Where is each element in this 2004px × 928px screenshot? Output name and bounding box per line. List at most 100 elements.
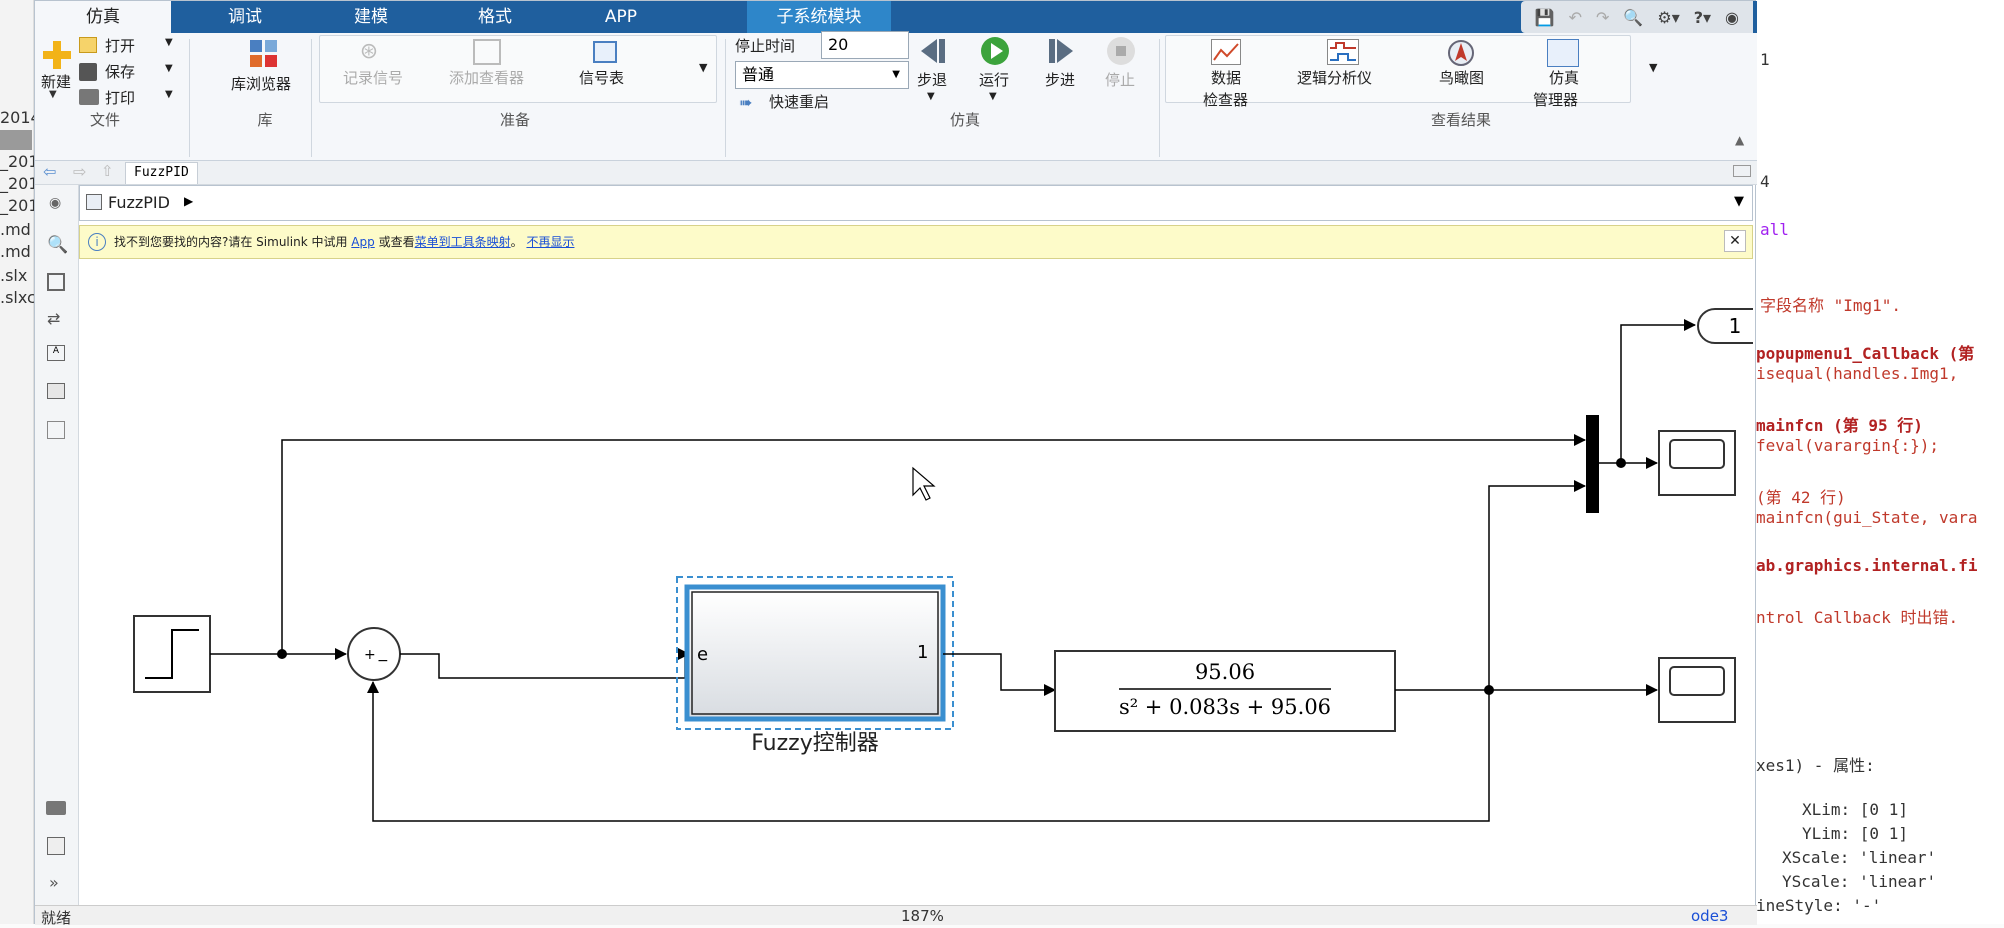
subsystem-outport-label: 1: [917, 642, 928, 663]
code-line: 字段名称 "Img1".: [1760, 296, 1902, 315]
code-link-line[interactable]: popupmenu1_Callback (第: [1756, 340, 1974, 364]
save-icon[interactable]: 💾: [1535, 8, 1555, 27]
collapse-ribbon-icon[interactable]: ▲: [1735, 133, 1744, 147]
log-signals-button[interactable]: 记录信号: [343, 67, 403, 88]
logic-analyzer-button[interactable]: 逻辑分析仪: [1297, 67, 1372, 88]
simulation-mode-select[interactable]: 普通 ▼: [735, 61, 909, 89]
up-arrow-icon[interactable]: ⇧: [101, 162, 114, 180]
file-list-item[interactable]: _201: [0, 174, 39, 193]
run-icon: [979, 35, 1011, 67]
model-tab[interactable]: FuzzPID: [125, 162, 198, 184]
birds-eye-button[interactable]: 鸟瞰图: [1439, 67, 1484, 88]
run-button[interactable]: 运行: [979, 69, 1009, 90]
outport-block[interactable]: 1: [1697, 308, 1773, 344]
signal-line[interactable]: [1488, 480, 1586, 690]
scope-block[interactable]: [1658, 657, 1736, 723]
model-canvas[interactable]: + − e 1 Fuzzy控制器 95.06 s² + 0.083s + 95.…: [79, 259, 1773, 905]
signal-line[interactable]: [943, 653, 1056, 696]
chevron-down-icon[interactable]: ▼: [165, 89, 173, 100]
code-line: XScale: 'linear': [1782, 848, 1937, 867]
close-icon[interactable]: ✕: [1724, 230, 1746, 252]
tab-subsystem-block[interactable]: 子系统模块: [747, 1, 891, 33]
code-link-line[interactable]: (第 42 行): [1756, 484, 1846, 508]
forward-arrow-icon[interactable]: ⇨: [73, 162, 86, 181]
signal-line[interactable]: [400, 648, 690, 679]
add-viewer-icon: [473, 39, 501, 65]
print-button[interactable]: 打印: [105, 87, 135, 108]
file-list-item-selected[interactable]: [0, 130, 32, 150]
tab-simulation[interactable]: 仿真: [35, 1, 171, 33]
menu-mapping-link[interactable]: 菜单到工具条映射: [415, 235, 511, 249]
signal-table-button[interactable]: 信号表: [579, 67, 624, 88]
settings-icon[interactable]: ◉: [1725, 8, 1739, 27]
file-list-item[interactable]: _201: [0, 152, 39, 171]
breadcrumb-model[interactable]: FuzzPID: [108, 193, 170, 212]
undo-icon[interactable]: ↶: [1569, 8, 1582, 27]
tab-format[interactable]: 格式: [445, 1, 545, 33]
solver-link[interactable]: ode3: [1691, 907, 1728, 925]
redo-icon[interactable]: ↷: [1596, 8, 1609, 27]
sim-manager-label: 管理器: [1533, 91, 1579, 109]
save-button[interactable]: 保存: [105, 61, 135, 82]
route-lines-icon[interactable]: ⇄: [47, 309, 60, 328]
status-bar: 就绪 187% ode3: [35, 905, 1757, 927]
add-viewer-button[interactable]: 添加查看器: [449, 67, 524, 88]
image-icon[interactable]: [47, 383, 65, 399]
annotation-icon[interactable]: A: [47, 345, 65, 361]
tab-modeling[interactable]: 建模: [321, 1, 421, 33]
tf-denominator: s² + 0.083s + 95.06: [1119, 695, 1331, 719]
info-banner-text: 找不到您要找的内容?请在 Simulink 中试用 App 或查看菜单到工具条映…: [114, 226, 574, 258]
search-options-icon[interactable]: ⚙▾: [1657, 8, 1679, 27]
gallery-expand-icon[interactable]: ▼: [1649, 61, 1657, 74]
help-icon[interactable]: ?▾: [1694, 8, 1711, 27]
chevron-down-icon[interactable]: ▼: [165, 63, 173, 74]
file-list-item[interactable]: .slxc: [0, 288, 36, 307]
mux-block[interactable]: [1586, 415, 1599, 513]
open-button[interactable]: 打开: [105, 35, 135, 56]
property-inspector-icon[interactable]: [47, 837, 65, 855]
code-link-line[interactable]: mainfcn (第 95 行): [1756, 412, 1923, 436]
screenshot-icon[interactable]: [46, 801, 66, 815]
chevron-down-icon[interactable]: ▼: [1734, 194, 1744, 209]
chevron-down-icon[interactable]: ▼: [927, 91, 935, 102]
subsystem-name[interactable]: Fuzzy控制器: [751, 731, 879, 756]
hide-browser-icon[interactable]: ◉: [49, 195, 61, 211]
explorer-bar-icon[interactable]: [1733, 165, 1751, 177]
fast-restart-button[interactable]: 快速重启: [769, 91, 829, 112]
chevron-down-icon[interactable]: ▼: [989, 91, 997, 102]
sim-manager-button[interactable]: 仿真: [1549, 67, 1579, 88]
search-icon[interactable]: 🔍: [1623, 8, 1643, 27]
file-list-item[interactable]: .md: [0, 220, 31, 239]
scope-block[interactable]: [1658, 430, 1736, 496]
fuzzy-controller-subsystem[interactable]: e 1: [676, 576, 954, 730]
back-arrow-icon[interactable]: ⇦: [43, 162, 56, 181]
tab-apps[interactable]: APP: [571, 1, 671, 33]
tab-debug[interactable]: 调试: [195, 1, 295, 33]
transfer-function-block[interactable]: 95.06 s² + 0.083s + 95.06: [1054, 650, 1396, 732]
chevron-down-icon[interactable]: ▼: [49, 89, 57, 100]
fit-to-view-icon[interactable]: [47, 273, 65, 291]
step-block[interactable]: [133, 615, 211, 693]
chevron-right-icon[interactable]: ▶: [184, 194, 193, 208]
gallery-expand-icon[interactable]: ▼: [699, 61, 707, 74]
model-tab-strip: ⇦ ⇨ ⇧ FuzzPID: [35, 161, 1757, 185]
zoom-icon[interactable]: 🔍: [47, 235, 68, 255]
file-list-item[interactable]: _201: [0, 196, 39, 215]
expand-palette-icon[interactable]: »: [49, 873, 59, 892]
library-browser-button[interactable]: 库浏览器: [231, 73, 291, 94]
info-icon: i: [88, 233, 106, 251]
sum-block[interactable]: + −: [347, 627, 401, 681]
app-link[interactable]: App: [351, 235, 374, 249]
dont-show-again-link[interactable]: 不再显示: [526, 235, 574, 249]
step-forward-button[interactable]: 步进: [1045, 69, 1075, 90]
file-list-item[interactable]: .md: [0, 242, 31, 261]
file-list-item[interactable]: .slx: [0, 266, 27, 285]
stop-button[interactable]: 停止: [1105, 69, 1135, 90]
stop-time-input[interactable]: 20: [821, 31, 909, 59]
block-diagram-palette: ◉ 🔍 ⇄ A »: [35, 185, 79, 905]
code-link-line[interactable]: ab.graphics.internal.fi: [1756, 556, 1978, 575]
area-icon[interactable]: [47, 421, 65, 439]
data-inspector-button[interactable]: 数据: [1211, 67, 1241, 88]
chevron-down-icon[interactable]: ▼: [165, 37, 173, 48]
step-back-button[interactable]: 步退: [917, 69, 947, 90]
